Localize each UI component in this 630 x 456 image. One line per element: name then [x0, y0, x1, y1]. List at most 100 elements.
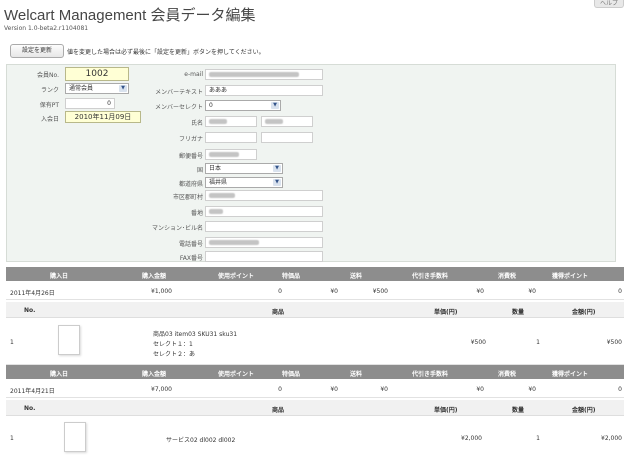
order-amount: ¥7,000	[151, 386, 172, 393]
item-row: 1 サービス02 dl002 dl002 ¥2,000 1 ¥2,000	[6, 417, 624, 456]
last-name-input[interactable]	[205, 116, 257, 127]
order-shipping: ¥500	[372, 288, 388, 295]
address-label: 番地	[190, 210, 203, 217]
fax-label: FAX番号	[179, 255, 203, 262]
zip-input[interactable]	[205, 149, 257, 160]
order-earned-points: 0	[618, 386, 622, 393]
address-input[interactable]	[205, 206, 323, 217]
order-discount: ¥0	[330, 288, 338, 295]
item-option: セレクト２：あ	[153, 351, 196, 358]
furigana-first-input[interactable]	[261, 132, 313, 143]
member-form: 会員No. 1002 ランク 通常会員 ▼ 保有PT 0 入会日 2010年11…	[6, 64, 616, 262]
order-discount: ¥0	[330, 386, 338, 393]
chevron-down-icon: ▼	[273, 165, 281, 172]
order-table-header: 購入日 購入金額 使用ポイント 特価品 送料 代引き手数料 消費税 獲得ポイント	[6, 267, 624, 281]
chevron-down-icon: ▼	[271, 102, 279, 109]
col-header: 購入日	[50, 273, 69, 280]
member-select-value: 0	[209, 102, 213, 109]
item-total: ¥2,000	[601, 435, 622, 442]
chevron-down-icon: ▼	[273, 179, 281, 186]
order-tax: ¥0	[528, 288, 536, 295]
item-unit-price: ¥2,000	[461, 435, 482, 442]
item-no: 1	[10, 435, 14, 442]
joined-date-field: 2010年11月09日	[65, 111, 141, 123]
order-used-points: 0	[278, 288, 282, 295]
masked-value	[209, 119, 227, 124]
item-qty: 1	[536, 339, 540, 346]
member-text-label: メンバーテキスト	[155, 89, 203, 96]
product-thumbnail	[58, 325, 80, 355]
fax-input[interactable]	[205, 251, 323, 262]
col-header: 購入金額	[142, 371, 167, 378]
col-header: 数量	[512, 309, 525, 316]
city-label: 市区郡町村	[172, 194, 203, 201]
col-header: 購入日	[50, 371, 69, 378]
col-header: 使用ポイント	[218, 273, 255, 280]
order-amount: ¥1,000	[151, 288, 172, 295]
col-header: 消費税	[498, 371, 517, 378]
col-header: 購入金額	[142, 273, 167, 280]
masked-value	[209, 209, 223, 214]
item-qty: 1	[536, 435, 540, 442]
item-unit-price: ¥500	[470, 339, 486, 346]
col-header: No.	[24, 405, 36, 412]
member-text-input[interactable]: あああ	[205, 85, 323, 96]
member-id-field: 1002	[65, 67, 129, 81]
item-table-header: No. 商品 単価(円) 数量 金額(円)	[6, 400, 624, 416]
first-name-input[interactable]	[261, 116, 313, 127]
order-cod-fee: ¥0	[476, 386, 484, 393]
item-name: サービス02 dl002 dl002	[166, 437, 236, 444]
col-header: 商品	[272, 309, 285, 316]
name-label: 氏名	[190, 120, 203, 127]
col-header: 獲得ポイント	[552, 371, 589, 378]
building-label: マンション･ビル名	[151, 225, 203, 232]
masked-value	[209, 240, 259, 245]
col-header: 金額(円)	[572, 407, 596, 414]
masked-value	[209, 193, 235, 198]
furigana-last-input[interactable]	[205, 132, 257, 143]
prefecture-select[interactable]: 福井県 ▼	[205, 177, 283, 188]
masked-value	[209, 72, 299, 77]
country-label: 国	[196, 167, 203, 174]
chevron-down-icon: ▼	[119, 85, 127, 92]
points-input[interactable]: 0	[65, 98, 115, 109]
col-header: 数量	[512, 407, 525, 414]
prefecture-label: 都道府県	[178, 181, 203, 188]
member-select[interactable]: 0 ▼	[205, 100, 281, 111]
col-header: No.	[24, 307, 36, 314]
update-notice: 値を変更した場合は必ず最後に「設定を更新」ボタンを押してください。	[67, 49, 265, 56]
masked-value	[265, 119, 283, 124]
order-used-points: 0	[278, 386, 282, 393]
email-input[interactable]	[205, 69, 323, 80]
prefecture-select-value: 福井県	[209, 179, 228, 186]
col-header: 代引き手数料	[412, 273, 449, 280]
country-select-value: 日本	[209, 165, 222, 172]
col-header: 消費税	[498, 273, 517, 280]
tel-input[interactable]	[205, 237, 323, 248]
rank-select[interactable]: 通常会員 ▼	[65, 83, 129, 94]
item-row: 1 商品03 item03 SKU31 sku31 セレクト１：1 セレクト２：…	[6, 319, 624, 365]
col-header: 単価(円)	[434, 407, 458, 414]
member-select-label: メンバーセレクト	[154, 104, 203, 111]
col-header: 送料	[350, 273, 363, 280]
help-tab[interactable]: ヘルプ	[594, 0, 624, 8]
version-text: Version 1.0-beta2.r1104081	[4, 25, 89, 32]
col-header: 特価品	[282, 371, 301, 378]
email-label: e-mail	[184, 71, 203, 78]
building-input[interactable]	[205, 221, 323, 232]
col-header: 獲得ポイント	[552, 273, 589, 280]
order-earned-points: 0	[618, 288, 622, 295]
country-select[interactable]: 日本 ▼	[205, 163, 283, 174]
page-title: Welcart Management 会員データ編集	[4, 7, 256, 24]
col-header: 単価(円)	[434, 309, 458, 316]
update-settings-button[interactable]: 設定を更新	[10, 44, 64, 58]
product-thumbnail	[64, 422, 86, 452]
city-input[interactable]	[205, 190, 323, 201]
item-table-header: No. 商品 単価(円) 数量 金額(円)	[6, 302, 624, 318]
item-option: セレクト１：1	[153, 341, 193, 348]
col-header: 送料	[350, 371, 363, 378]
tel-label: 電話番号	[178, 241, 203, 248]
member-id-label: 会員No.	[37, 72, 59, 79]
furigana-label: フリガナ	[178, 136, 203, 143]
joined-label: 入会日	[40, 116, 59, 123]
